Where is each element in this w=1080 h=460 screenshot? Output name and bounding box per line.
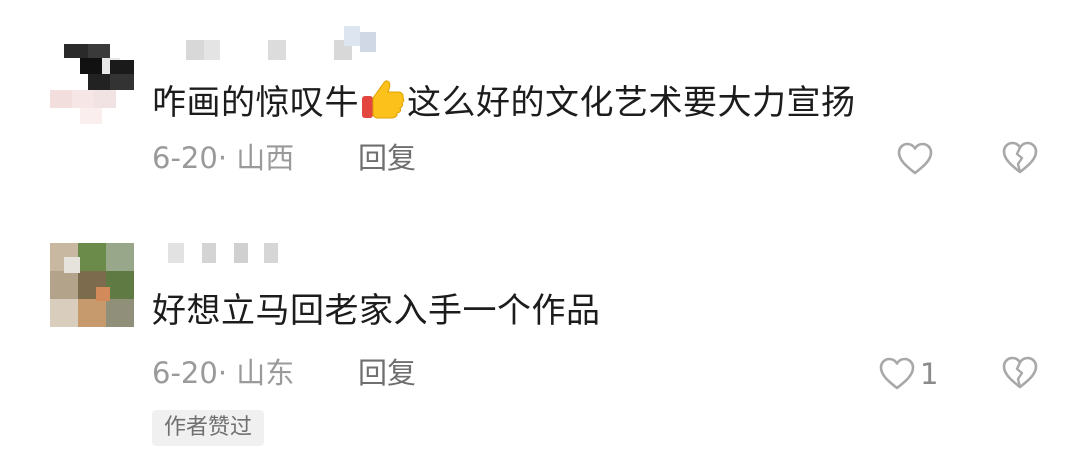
comment-text-part-1: 咋画的惊叹牛 bbox=[152, 83, 359, 123]
user-avatar[interactable] bbox=[50, 44, 134, 128]
heart-outline-icon bbox=[897, 142, 933, 175]
comment-item-1: 咋画的惊叹牛 这么好的文化艺术要大力宣扬 6-20· 山西 回复 bbox=[0, 0, 1080, 215]
thumbs-up-emoji bbox=[362, 80, 405, 119]
dislike-button[interactable] bbox=[1001, 355, 1039, 393]
comment-meta: 6-20· 山西 bbox=[152, 140, 294, 176]
comment-location: · 山东 bbox=[217, 356, 295, 390]
user-avatar[interactable] bbox=[50, 243, 134, 327]
author-liked-badge: 作者赞过 bbox=[152, 410, 265, 446]
comment-date: 6-20 bbox=[152, 141, 218, 175]
comment-text: 咋画的惊叹牛 这么好的文化艺术要大力宣扬 bbox=[152, 76, 856, 125]
like-count: 1 bbox=[920, 357, 939, 391]
broken-heart-icon bbox=[1002, 356, 1038, 389]
comment-location: · 山西 bbox=[217, 141, 295, 175]
comment-meta: 6-20· 山东 bbox=[152, 355, 294, 391]
comment-text: 好想立马回老家入手一个作品 bbox=[152, 291, 601, 331]
broken-heart-icon bbox=[1002, 141, 1038, 174]
heart-outline-icon bbox=[879, 357, 915, 390]
dislike-button[interactable] bbox=[1001, 140, 1039, 178]
comment-text-part-2: 这么好的文化艺术要大力宣扬 bbox=[407, 83, 856, 123]
reply-button[interactable]: 回复 bbox=[358, 355, 416, 391]
reply-button[interactable]: 回复 bbox=[358, 140, 416, 176]
comment-item-2: 好想立马回老家入手一个作品 6-20· 山东 回复 1 bbox=[0, 215, 1080, 430]
comment-date: 6-20 bbox=[152, 356, 218, 390]
like-button[interactable]: 1 bbox=[878, 355, 938, 393]
like-button[interactable] bbox=[896, 140, 938, 178]
